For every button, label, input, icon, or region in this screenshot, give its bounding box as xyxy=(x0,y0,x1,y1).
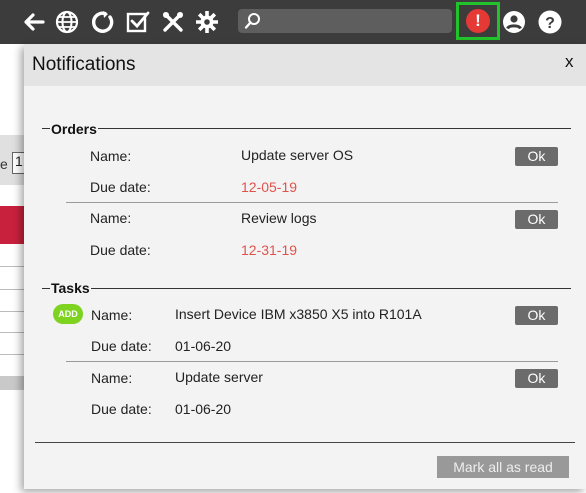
tools-icon[interactable] xyxy=(159,8,187,36)
task-name-label: Name: xyxy=(91,370,133,386)
order-due-date: 12-31-19 xyxy=(241,242,298,258)
order-due-label: Due date: xyxy=(90,179,151,195)
section-divider xyxy=(42,128,571,129)
footer-divider xyxy=(35,442,575,443)
task-due-label: Due date: xyxy=(91,401,152,417)
item-divider xyxy=(66,361,558,362)
back-arrow-icon[interactable] xyxy=(20,8,48,36)
order-name-label: Name: xyxy=(90,148,132,164)
svg-text:?: ? xyxy=(545,15,555,32)
help-icon[interactable]: ? xyxy=(536,8,564,36)
top-toolbar: ! ? xyxy=(0,0,586,44)
search-input[interactable] xyxy=(264,11,450,33)
order-due-label: Due date: xyxy=(90,242,151,258)
section-divider xyxy=(42,288,571,289)
close-button[interactable]: x xyxy=(565,52,574,72)
gear-icon[interactable] xyxy=(193,8,221,36)
refresh-icon[interactable] xyxy=(89,8,117,36)
task-due-label: Due date: xyxy=(91,338,152,354)
order-ok-button[interactable]: Ok xyxy=(515,210,558,229)
orders-section-title: Orders xyxy=(50,121,98,137)
alert-icon: ! xyxy=(466,9,490,33)
user-icon[interactable] xyxy=(500,8,528,36)
panel-header: Notifications x xyxy=(24,44,586,86)
search-box[interactable] xyxy=(238,9,452,33)
task-name-label: Name: xyxy=(91,307,133,323)
order-due-date: 12-05-19 xyxy=(241,179,298,195)
item-divider xyxy=(66,202,558,203)
order-name-label: Name: xyxy=(90,210,132,226)
checkbox-icon[interactable] xyxy=(124,8,152,36)
notifications-button[interactable]: ! xyxy=(456,2,500,40)
task-due-date: 01-06-20 xyxy=(175,401,232,417)
tasks-section-title: Tasks xyxy=(50,280,91,296)
order-ok-button[interactable]: Ok xyxy=(515,147,558,166)
order-name: Review logs xyxy=(241,210,317,226)
task-ok-button[interactable]: Ok xyxy=(515,369,558,388)
order-name: Update server OS xyxy=(241,147,354,163)
background-label: e xyxy=(0,156,8,172)
task-ok-button[interactable]: Ok xyxy=(515,306,558,325)
mark-all-read-button[interactable]: Mark all as read xyxy=(437,456,569,478)
task-name: Insert Device IBM x3850 X5 into R101A xyxy=(175,306,422,322)
globe-icon[interactable] xyxy=(53,8,81,36)
search-icon xyxy=(244,13,260,29)
task-name: Update server xyxy=(175,369,263,385)
task-due-date: 01-06-20 xyxy=(175,338,232,354)
notifications-panel: Notifications x Orders Name: Update serv… xyxy=(24,44,586,489)
add-badge: ADD xyxy=(53,304,83,324)
panel-title: Notifications xyxy=(32,54,136,75)
